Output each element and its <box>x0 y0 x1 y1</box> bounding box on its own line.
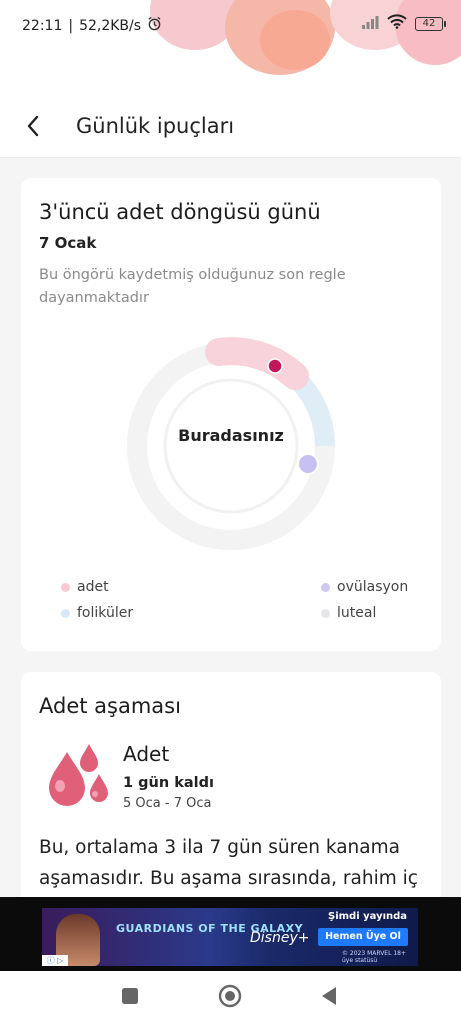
triangle-back-icon <box>320 986 338 1010</box>
circle-home-icon <box>218 984 242 1012</box>
legend-dot <box>61 582 70 592</box>
period-arc <box>205 337 309 390</box>
page-title: Günlük ipuçları <box>76 114 235 138</box>
legend-dot <box>321 608 330 618</box>
phase-card: Adet aşaması Adet 1 gün kaldı 5 Oca - 7 … <box>21 672 441 912</box>
cycle-day-title: 3'üncü adet döngüsü günü <box>39 200 321 224</box>
cycle-date: 7 Ocak <box>39 234 97 252</box>
legend-dot <box>321 582 330 592</box>
phase-section-title: Adet aşaması <box>39 694 181 718</box>
ad-cta-button[interactable]: Hemen Üye Ol <box>318 928 408 946</box>
ring-inner <box>163 378 299 514</box>
cycle-ring-chart <box>127 337 335 550</box>
ad-brand-logo: Disney+ <box>250 930 310 946</box>
status-bar: 22:11 | 52,2KB/s 42 <box>0 0 461 96</box>
alarm-icon <box>147 16 162 35</box>
current-day-marker <box>267 358 283 374</box>
back-button[interactable] <box>18 114 48 142</box>
ad-tagline: Şimdi yayında <box>328 911 408 922</box>
adchoices-icon[interactable]: ⓘ ▷ <box>42 955 68 966</box>
cycle-day-card: 3'üncü adet döngüsü günü 7 Ocak Bu öngör… <box>21 178 441 651</box>
home-button[interactable] <box>217 984 243 1012</box>
battery-indicator: 42 <box>415 16 446 31</box>
you-are-here-label: Buradasınız <box>178 426 284 445</box>
legend-luteal: luteal <box>321 605 376 621</box>
blood-drops-icon <box>49 744 108 806</box>
square-icon <box>121 987 139 1009</box>
floral-decoration <box>260 10 330 70</box>
wifi-icon <box>387 14 407 33</box>
nav-back-button[interactable] <box>316 985 342 1011</box>
legend-period: adet <box>61 579 109 595</box>
ovulation-marker <box>297 453 319 475</box>
chevron-left-icon <box>26 115 40 141</box>
status-right: 42 <box>361 14 446 33</box>
legend-ovulation: ovülasyon <box>321 579 408 595</box>
legend-dot <box>61 608 70 618</box>
ad-fine-print: © 2023 MARVEL 18+ üye statüsü <box>342 950 407 964</box>
clock: 22:11 <box>22 17 63 34</box>
phase-name: Adet <box>123 742 170 766</box>
prediction-note: Bu öngörü kaydetmiş olduğunuz son regle … <box>39 267 346 306</box>
phase-description: Bu, ortalama 3 ila 7 gün süren kanama aş… <box>39 837 418 889</box>
status-left: 22:11 | 52,2KB/s <box>22 16 162 35</box>
ad-banner-container: GUARDIANS OF THE GALAXY Disney+ Şimdi ya… <box>0 897 461 971</box>
recent-apps-button[interactable] <box>117 985 143 1011</box>
phase-date-range: 5 Oca - 7 Oca <box>123 796 212 811</box>
signal-icon <box>361 14 379 33</box>
network-speed: 52,2KB/s <box>79 17 142 34</box>
system-nav-bar <box>0 971 461 1024</box>
app-header: Günlük ipuçları <box>0 96 461 158</box>
ad-banner[interactable]: GUARDIANS OF THE GALAXY Disney+ Şimdi ya… <box>42 908 418 966</box>
legend-follicular: foliküler <box>61 605 133 621</box>
days-remaining: 1 gün kaldı <box>123 775 214 791</box>
